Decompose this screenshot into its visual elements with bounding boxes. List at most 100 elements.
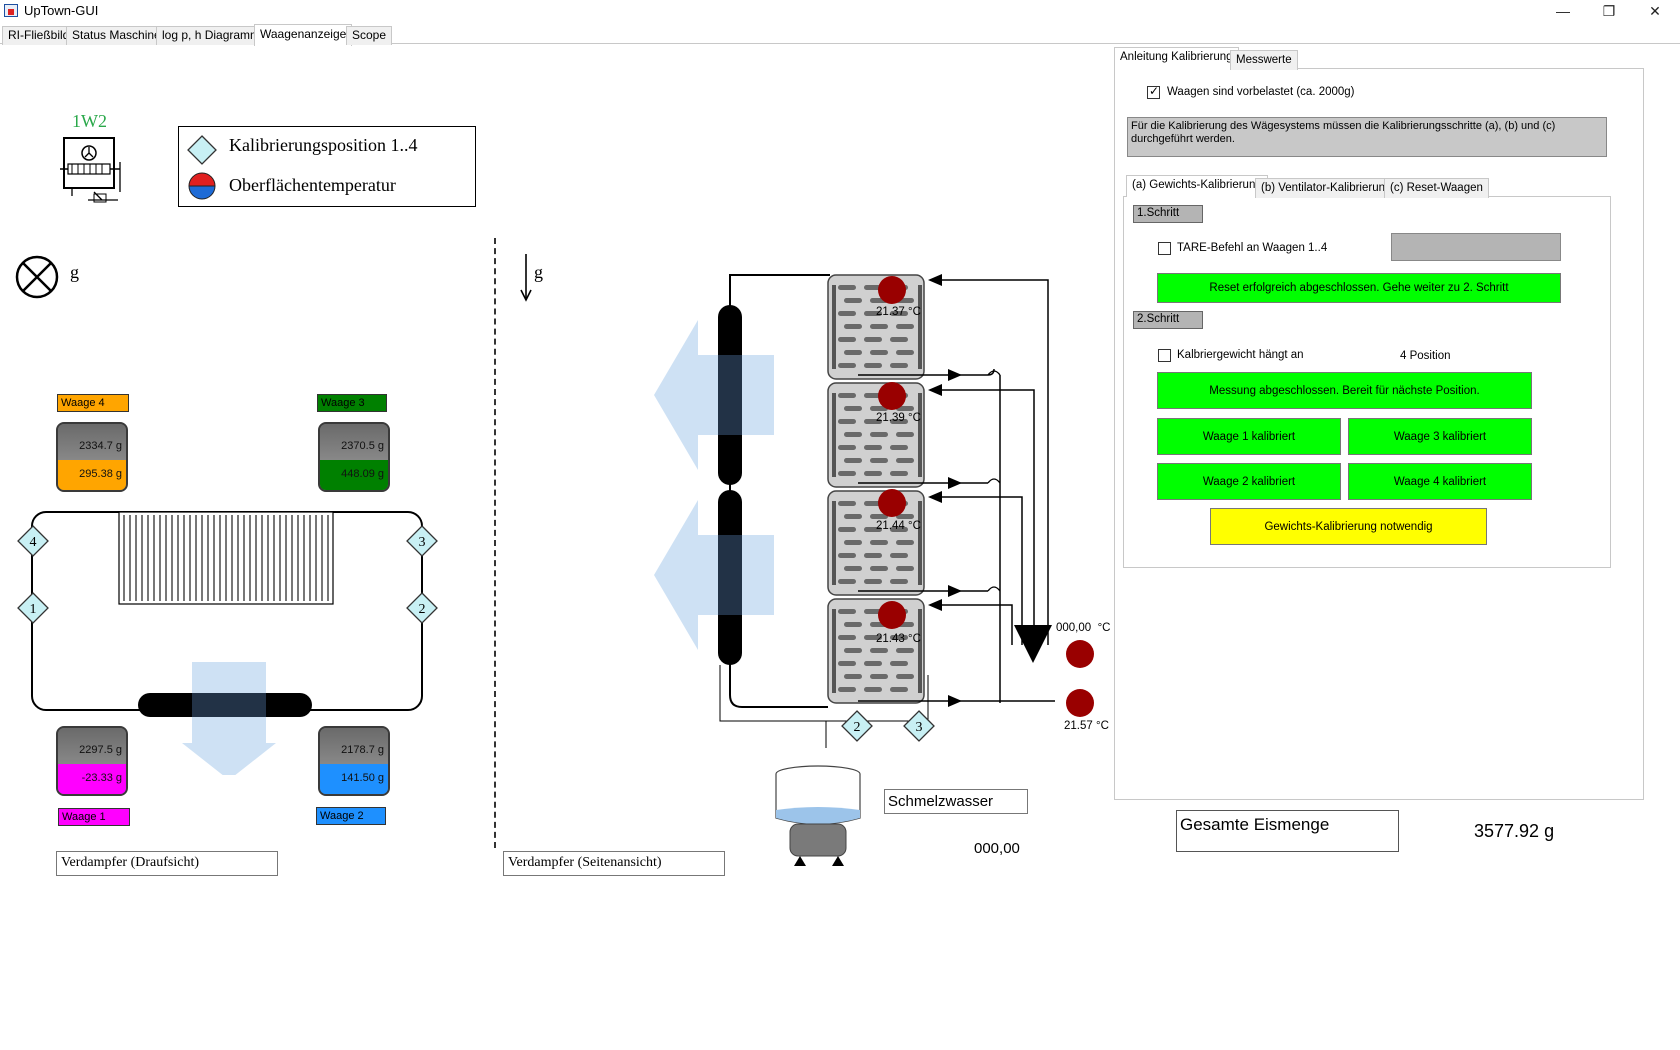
app-icon (4, 4, 18, 17)
temperature-2: 21.39 °C (876, 412, 921, 424)
calibration-position-3-side: 3 (903, 710, 935, 742)
unit-label: 1W2 (72, 111, 107, 131)
temperature-3: 21.44 °C (876, 520, 921, 532)
svg-text:4: 4 (30, 535, 37, 550)
temperature-3-value: 21.44 (876, 520, 905, 532)
gravity-label-top: g (70, 262, 79, 282)
evaporator-side-view (654, 274, 1055, 748)
gravity-into-page-icon (15, 255, 59, 299)
temperature-1-value: 21.37 (876, 306, 905, 318)
calibration-required-button[interactable]: Gewichts-Kalibrierung notwendig (1210, 508, 1487, 545)
meltwater-label: Schmelzwasser (884, 789, 1028, 814)
tab-gewichts-kalibrierung[interactable]: (a) Gewichts-Kalibrierung (1126, 175, 1268, 197)
tab-messwerte[interactable]: Messwerte (1230, 50, 1298, 70)
tare-checkbox[interactable] (1158, 242, 1171, 255)
weight-hanging-checkbox-label: Kalbriergewicht hängt an (1177, 349, 1304, 361)
step-1-label: 1.Schritt (1133, 205, 1203, 223)
outlet-temperature-dot (1066, 689, 1094, 717)
step-1-status: Reset erfolgreich abgeschlossen. Gehe we… (1157, 273, 1561, 303)
outlet-temperature-value: 21.57 (1064, 720, 1093, 732)
temperature-1: 21.37 °C (876, 306, 921, 318)
outlet-temperature-unit: °C (1095, 720, 1109, 732)
waage-3-value: 448.09 g (320, 460, 388, 490)
tab-waagenanzeige[interactable]: Waagenanzeige (254, 24, 353, 46)
tab-ventilator-kalibrierung[interactable]: (b) Ventilator-Kalibrierung (1255, 178, 1398, 198)
svg-text:1: 1 (30, 602, 37, 617)
svg-text:2: 2 (854, 720, 861, 735)
waage-2-kalibriert-button[interactable]: Waage 2 kalibriert (1157, 463, 1341, 500)
waage-2-total: 2178.7 g (320, 728, 388, 764)
temperature-dot-3 (878, 489, 906, 517)
waage-3-kalibriert-button[interactable]: Waage 3 kalibriert (1348, 418, 1532, 455)
waage-4-value: 295.38 g (58, 460, 126, 490)
temperature-4-unit: °C (907, 633, 921, 645)
temperature-4-value: 21.43 (876, 633, 905, 645)
step-2-status: Messung abgeschlossen. Bereit für nächst… (1157, 372, 1532, 409)
waage-1-label: Waage 1 (58, 808, 130, 826)
restore-button[interactable]: ❐ (1586, 0, 1632, 22)
waage-3-display: 2370.5 g 448.09 g (318, 422, 390, 492)
temperature-3-unit: °C (907, 520, 921, 532)
svg-text:3: 3 (916, 720, 923, 735)
evaporator-unit-icon (60, 137, 121, 203)
waage-2-label: Waage 2 (316, 807, 386, 825)
main-tab-bar: RI-Fließbild Status Maschine log p, h Di… (0, 24, 1680, 46)
svg-text:2: 2 (419, 602, 426, 617)
calibration-position-3: 3 (406, 525, 438, 557)
top-view-caption: Verdampfer (Draufsicht) (56, 851, 278, 876)
temperature-1-unit: °C (907, 306, 921, 318)
calibration-position-4: 4 (17, 525, 49, 557)
legend-box: Kalibrierungsposition 1..4 Oberflächente… (178, 126, 476, 207)
tab-ri-fliessbild[interactable]: RI-Fließbild (2, 26, 76, 45)
total-ice-label: Gesamte Eismenge (1176, 810, 1399, 852)
close-button[interactable]: ✕ (1632, 0, 1678, 22)
waage-4-kalibriert-button[interactable]: Waage 4 kalibriert (1348, 463, 1532, 500)
waage-2-value: 141.50 g (320, 764, 388, 794)
calibration-position-1: 1 (17, 592, 49, 624)
weight-hanging-checkbox[interactable] (1158, 349, 1171, 362)
tare-button[interactable] (1391, 233, 1561, 261)
temperature-dot-4 (878, 601, 906, 629)
tare-checkbox-label: TARE-Befehl an Waagen 1..4 (1177, 242, 1328, 254)
temperature-2-value: 21.39 (876, 412, 905, 424)
tab-status-maschine[interactable]: Status Maschine (66, 26, 167, 45)
calibration-position-2: 2 (406, 592, 438, 624)
tab-reset-waagen[interactable]: (c) Reset-Waagen (1384, 178, 1489, 198)
window-title: UpTown-GUI (24, 3, 99, 18)
gravity-down-arrow-icon (520, 254, 532, 302)
inlet-temperature-value: 000,00 (1056, 622, 1092, 634)
diamond-icon (187, 135, 217, 165)
waage-4-label: Waage 4 (57, 394, 129, 412)
calibration-info-text: Für die Kalibrierung des Wägesystems müs… (1127, 117, 1607, 157)
total-ice-value: 3577.92 g (1474, 821, 1555, 841)
waage-1-kalibriert-button[interactable]: Waage 1 kalibriert (1157, 418, 1341, 455)
waage-4-total: 2334.7 g (58, 424, 126, 460)
waage-3-label: Waage 3 (317, 394, 387, 412)
outlet-temperature: 21.57 °C (1064, 720, 1109, 732)
calibration-position-2-side: 2 (841, 710, 873, 742)
temperature-dot-icon (188, 172, 216, 200)
position-text: 4 Position (1400, 350, 1451, 362)
legend-label-calibration: Kalibrierungsposition 1..4 (229, 135, 418, 155)
tab-scope[interactable]: Scope (346, 26, 393, 45)
temperature-2-unit: °C (907, 412, 921, 424)
tab-log-ph-diagramm[interactable]: log p, h Diagramm (156, 26, 267, 45)
waage-1-value: -23.33 g (58, 764, 126, 794)
temperature-dot-2 (878, 382, 906, 410)
preloaded-checkbox-label: Waagen sind vorbelastet (ca. 2000g) (1167, 86, 1355, 98)
view-divider (494, 238, 496, 848)
meltwater-container-icon (775, 765, 861, 866)
tab-anleitung-kalibrierung[interactable]: Anleitung Kalibrierung (1114, 47, 1239, 69)
waage-2-display: 2178.7 g 141.50 g (318, 726, 390, 796)
temperature-4: 21.43 °C (876, 633, 921, 645)
waage-1-total: 2297.5 g (58, 728, 126, 764)
inlet-temperature-unit: °C (1097, 622, 1111, 634)
waage-3-total: 2370.5 g (320, 424, 388, 460)
minimize-button[interactable]: — (1540, 0, 1586, 22)
step-2-label: 2.Schritt (1133, 311, 1203, 329)
waage-4-display: 2334.7 g 295.38 g (56, 422, 128, 492)
side-view-caption: Verdampfer (Seitenansicht) (503, 851, 725, 876)
preloaded-checkbox[interactable] (1147, 84, 1160, 99)
meltwater-value: 000,00 (974, 840, 1020, 857)
temperature-dot-1 (878, 276, 906, 304)
